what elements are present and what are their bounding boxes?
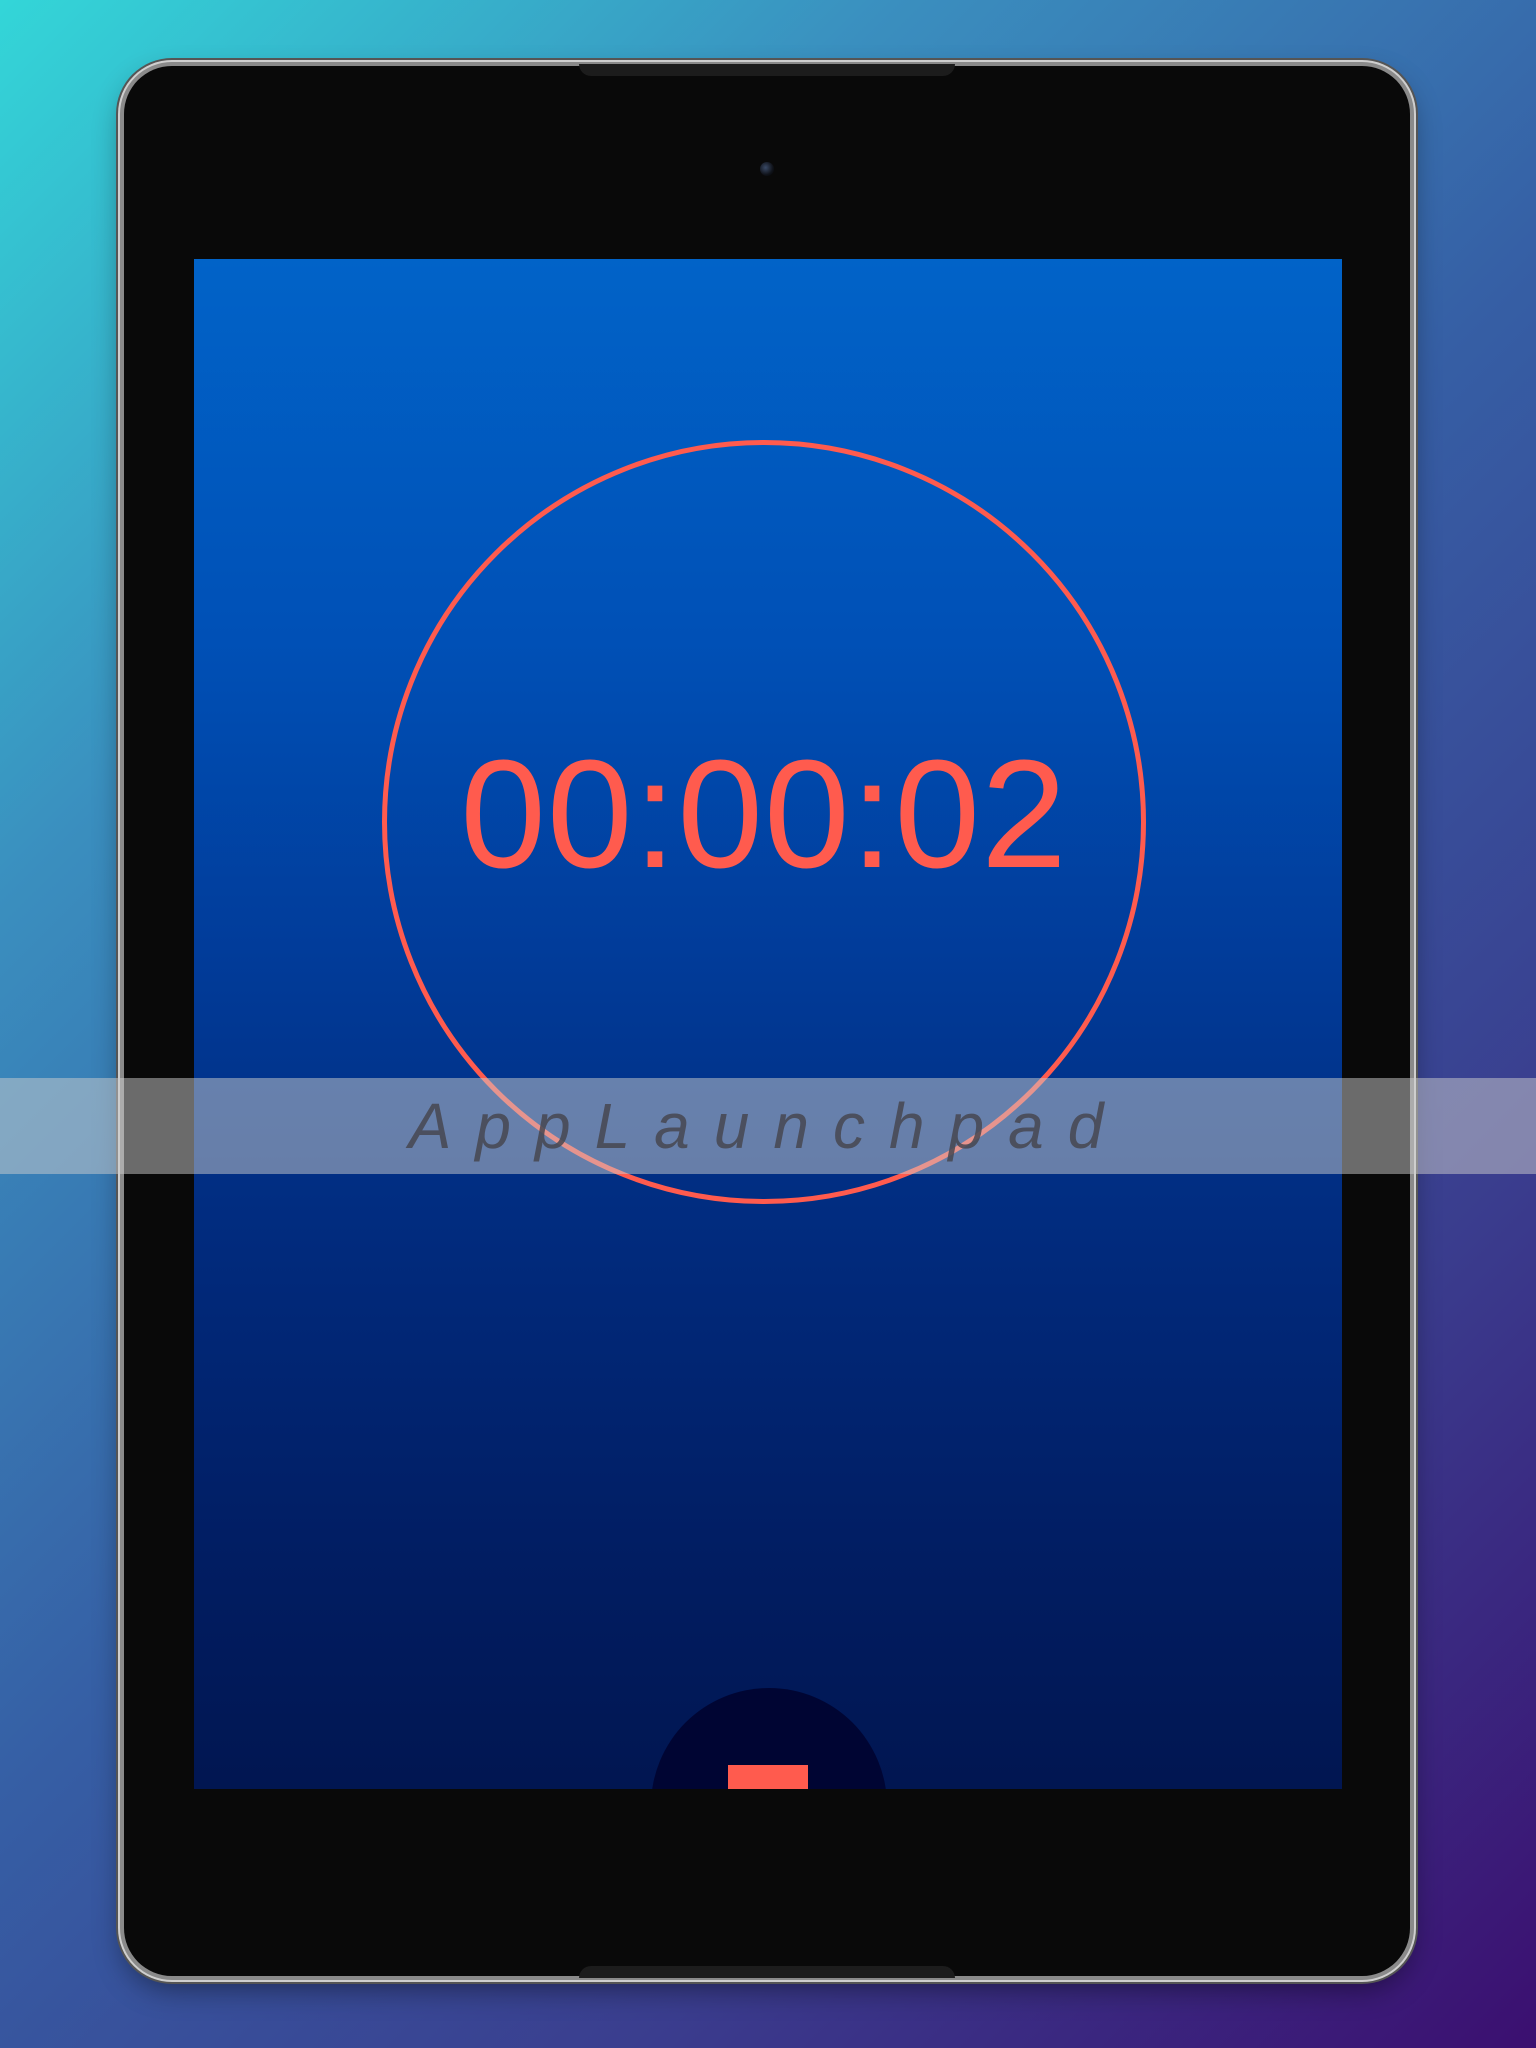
front-camera	[760, 162, 774, 176]
timer-display: 00:00:02	[460, 728, 1068, 900]
watermark-text: AppLaunchpad	[408, 1090, 1128, 1162]
watermark-band: AppLaunchpad	[0, 1078, 1536, 1174]
top-speaker-grille	[579, 64, 955, 76]
tablet-device: 00:00:02	[124, 64, 1410, 1978]
bottom-speaker-grille	[579, 1966, 955, 1978]
stopwatch-screen: 00:00:02	[194, 259, 1342, 1789]
stop-square-icon	[728, 1765, 808, 1789]
stop-button[interactable]	[651, 1688, 887, 1789]
